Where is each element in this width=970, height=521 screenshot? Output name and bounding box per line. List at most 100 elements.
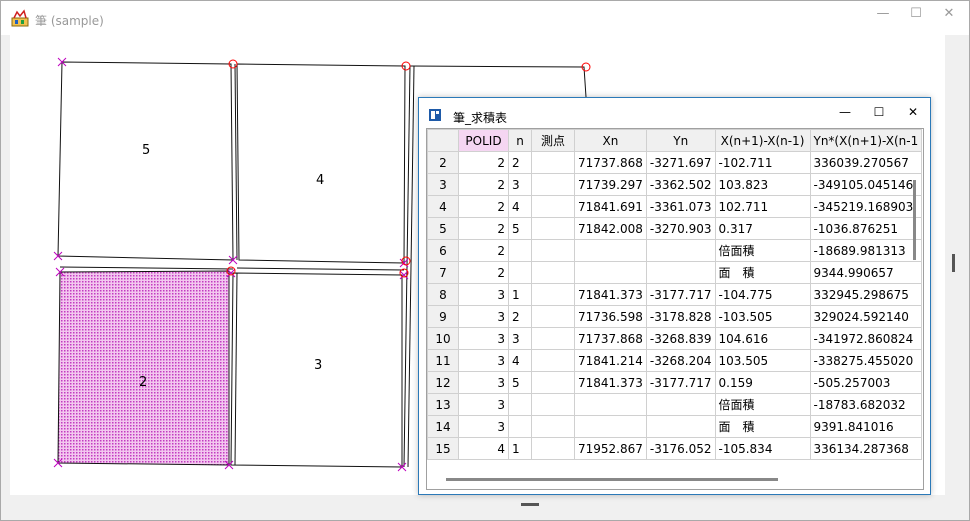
table-cell[interactable]: 103.823 [714, 173, 811, 196]
table-cell[interactable]: 2 [458, 261, 509, 284]
table-cell[interactable]: 103.505 [714, 349, 811, 372]
table-cell[interactable]: -345219.168903 [809, 195, 923, 218]
table-cell[interactable]: 3 [458, 327, 509, 350]
column-header-7[interactable]: Yn*(X(n+1)-X(n-1 [809, 129, 923, 152]
table-cell[interactable] [531, 261, 575, 284]
row-header[interactable]: 15 [427, 437, 459, 460]
table-cell[interactable]: 3 [458, 305, 509, 328]
row-header[interactable]: 2 [427, 151, 459, 174]
table-cell[interactable]: 71952.867 [574, 437, 647, 460]
table-row[interactable]: 2 2 2 71737.868 -3271.697 -102.711 336039.2705… [427, 151, 923, 174]
table-cell[interactable]: -105.834 [714, 437, 811, 460]
row-header[interactable]: 6 [427, 239, 459, 262]
table-close-button[interactable]: ✕ [897, 101, 929, 125]
table-cell[interactable]: 3 [458, 393, 509, 416]
table-cell[interactable] [645, 239, 716, 262]
table-row[interactable]: 15 4 1 71952.867 -3176.052 -105.834 336134.287… [427, 437, 923, 460]
table-row[interactable]: 72 面 積 9344.990657 [427, 261, 923, 284]
table-row[interactable]: 5 2 5 71842.008 -3270.903 0.317 -1036.876251 [427, 217, 923, 240]
table-cell[interactable] [531, 349, 575, 372]
title-bar[interactable]: 筆 (sample) — ☐ ✕ [1, 1, 969, 35]
table-cell[interactable] [531, 239, 575, 262]
table-cell[interactable]: 5 [508, 371, 532, 394]
table-cell[interactable] [531, 195, 575, 218]
table-cell[interactable] [574, 261, 647, 284]
table-cell[interactable]: -338275.455020 [809, 349, 923, 372]
table-row[interactable]: 8 3 1 71841.373 -3177.717 -104.775 332945.2986… [427, 283, 923, 306]
row-header[interactable]: 11 [427, 349, 459, 372]
table-row[interactable]: 3 2 3 71739.297 -3362.502 103.823 -349105.0451… [427, 173, 923, 196]
table-cell[interactable] [531, 393, 575, 416]
table-cell[interactable]: 71737.868 [574, 151, 647, 174]
table-window-title-bar[interactable]: 筆_求積表 — ☐ ✕ [419, 98, 930, 128]
parcel-partial-outline[interactable] [409, 65, 587, 98]
column-header-3[interactable]: 測点 [531, 129, 575, 152]
row-header[interactable]: 14 [427, 415, 459, 438]
table-cell[interactable]: -103.505 [714, 305, 811, 328]
table-cell[interactable]: 71737.868 [574, 327, 647, 350]
table-cell[interactable]: -3270.903 [645, 217, 716, 240]
table-cell[interactable]: 4 [458, 437, 509, 460]
row-header[interactable]: 8 [427, 283, 459, 306]
table-cell[interactable]: 2 [458, 173, 509, 196]
table-cell[interactable]: -3176.052 [645, 437, 716, 460]
table-cell[interactable]: 102.711 [714, 195, 811, 218]
table-cell[interactable]: 9391.841016 [809, 415, 923, 438]
table-cell[interactable] [531, 437, 575, 460]
table-row[interactable]: 10 3 3 71737.868 -3268.839 104.616 -341972.860… [427, 327, 923, 350]
row-header[interactable]: 9 [427, 305, 459, 328]
table-row[interactable]: 6 2 倍面積 -18689.981313 [427, 239, 923, 262]
table-cell[interactable]: -18783.682032 [809, 393, 923, 416]
table-cell[interactable]: 332945.298675 [809, 283, 923, 306]
table-cell[interactable] [645, 261, 716, 284]
table-cell[interactable] [645, 415, 716, 438]
table-cell[interactable]: 3 [458, 349, 509, 372]
table-cell[interactable] [531, 283, 575, 306]
table-cell[interactable]: 2 [508, 151, 532, 174]
table-cell[interactable] [531, 327, 575, 350]
table-cell[interactable]: -3268.839 [645, 327, 716, 350]
table-cell[interactable] [531, 217, 575, 240]
table-cell[interactable]: 3 [458, 415, 509, 438]
table-cell[interactable]: 4 [508, 195, 532, 218]
table-cell[interactable]: -1036.876251 [809, 217, 923, 240]
table-cell[interactable]: -3271.697 [645, 151, 716, 174]
table-cell[interactable]: 71842.008 [574, 217, 647, 240]
table-cell[interactable] [531, 371, 575, 394]
table-cell[interactable]: -3177.717 [645, 371, 716, 394]
table-cell[interactable]: -3268.204 [645, 349, 716, 372]
table-cell[interactable]: 3 [458, 283, 509, 306]
row-header[interactable]: 12 [427, 371, 459, 394]
table-horizontal-scrollbar[interactable] [446, 478, 778, 481]
table-cell[interactable]: 71841.691 [574, 195, 647, 218]
close-button[interactable]: ✕ [932, 1, 966, 29]
table-cell[interactable]: 2 [458, 151, 509, 174]
table-cell[interactable] [508, 261, 532, 284]
table-cell[interactable]: 336039.270567 [809, 151, 923, 174]
column-header-2[interactable]: n [508, 129, 532, 152]
table-maximize-button[interactable]: ☐ [863, 101, 895, 125]
column-header-5[interactable]: Yn [645, 129, 716, 152]
table-cell[interactable]: 3 [458, 371, 509, 394]
table-row[interactable]: 9 3 2 71736.598 -3178.828 -103.505 329024.5921… [427, 305, 923, 328]
table-cell[interactable]: 面 積 [714, 261, 811, 284]
table-cell[interactable] [645, 393, 716, 416]
table-cell[interactable]: 3 [508, 173, 532, 196]
table-cell[interactable]: -3361.073 [645, 195, 716, 218]
table-cell[interactable]: 3 [508, 327, 532, 350]
table-cell[interactable] [508, 239, 532, 262]
table-cell[interactable]: 71841.214 [574, 349, 647, 372]
table-row[interactable]: 4 2 4 71841.691 -3361.073 102.711 -345219.1689… [427, 195, 923, 218]
table-cell[interactable]: 1 [508, 283, 532, 306]
table-cell[interactable]: 71841.373 [574, 371, 647, 394]
table-cell[interactable]: 倍面積 [714, 239, 811, 262]
table-cell[interactable] [531, 305, 575, 328]
table-cell[interactable]: -18689.981313 [809, 239, 923, 262]
column-header-0[interactable] [427, 129, 459, 152]
table-cell[interactable]: 104.616 [714, 327, 811, 350]
data-grid[interactable]: POLID n 測点 Xn Yn X(n+1)-X(n-1) Yn*(X(n+1)-X(n-… [426, 128, 924, 490]
table-cell[interactable]: 4 [508, 349, 532, 372]
table-cell[interactable] [531, 151, 575, 174]
table-cell[interactable]: 2 [458, 217, 509, 240]
table-cell[interactable]: -3177.717 [645, 283, 716, 306]
